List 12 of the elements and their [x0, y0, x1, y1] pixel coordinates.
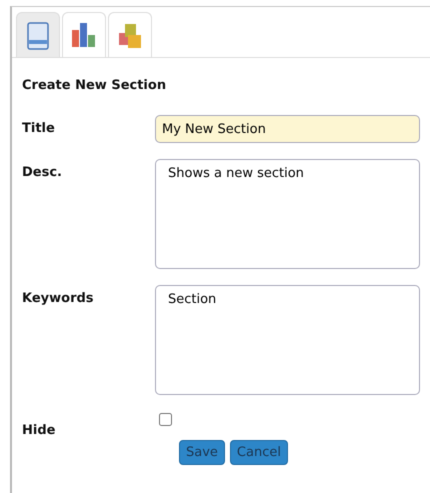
field-label: Hide: [22, 422, 56, 438]
tab[interactable]: [62, 12, 106, 57]
text-field[interactable]: My New Section: [155, 115, 420, 143]
text-area[interactable]: Shows a new section: [155, 159, 420, 269]
field-label: Keywords: [22, 290, 95, 306]
form-heading: Create New Section: [22, 78, 168, 93]
tab[interactable]: [108, 12, 152, 57]
text-area[interactable]: Section: [155, 285, 420, 395]
field-label: Title: [22, 120, 56, 136]
checkbox[interactable]: [159, 413, 172, 426]
field-label: Desc.: [22, 164, 63, 180]
tab[interactable]: [16, 12, 60, 57]
